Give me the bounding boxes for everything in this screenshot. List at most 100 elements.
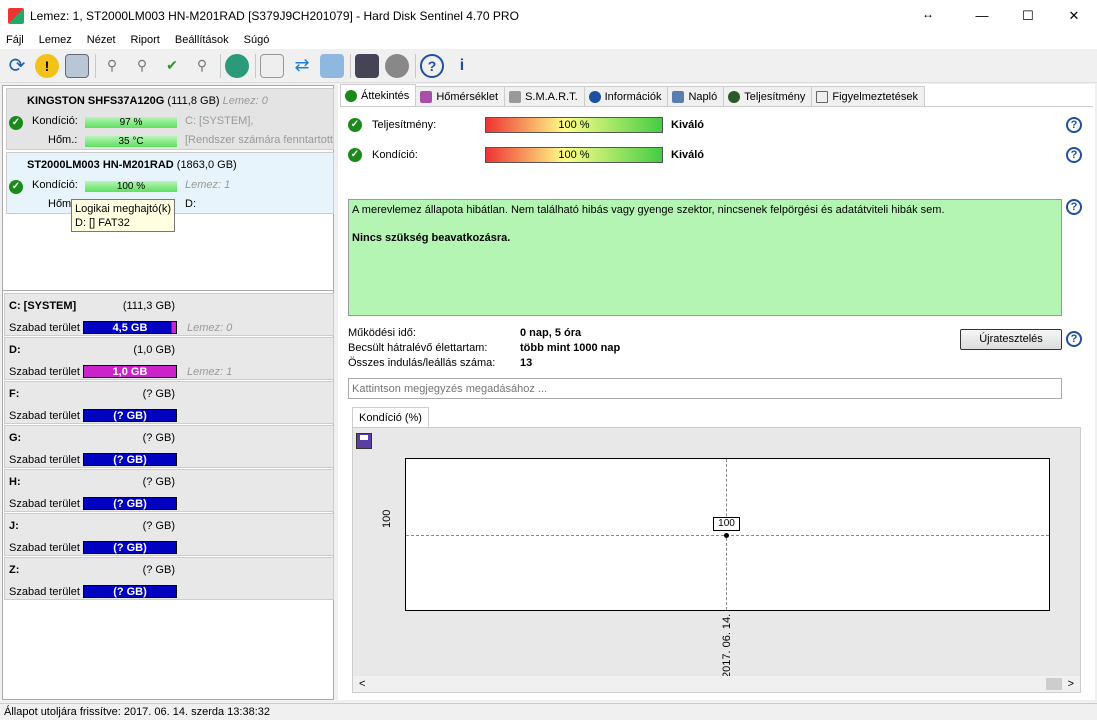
- retest-button[interactable]: Újratesztelés: [960, 329, 1062, 350]
- volume-item[interactable]: Z: (? GB) Szabad terület (? GB): [4, 557, 334, 600]
- plot-area: 100: [405, 458, 1050, 611]
- free-space-bar: (? GB): [83, 497, 177, 510]
- minimize-button[interactable]: —: [959, 0, 1005, 31]
- temperature-label: Hőm: [48, 198, 72, 210]
- toolbar-separator: [350, 53, 351, 78]
- volume-letter: F:: [9, 388, 20, 400]
- network-icon[interactable]: [320, 53, 344, 78]
- remaining-life-value: több mint 1000 nap: [520, 342, 621, 354]
- help-icon[interactable]: ?: [1066, 147, 1082, 163]
- help-icon[interactable]: ?: [1066, 331, 1082, 347]
- info-icon[interactable]: i: [450, 54, 474, 78]
- tab-overview[interactable]: Áttekintés: [340, 84, 417, 106]
- condition-bar: 100 %: [485, 147, 663, 163]
- log-icon: [672, 90, 685, 103]
- help-icon[interactable]: ?: [1066, 117, 1082, 133]
- monitor-icon[interactable]: [355, 53, 379, 78]
- free-space-bar: 4,5 GB: [83, 321, 177, 334]
- condition-label: Kondíció:: [32, 115, 78, 127]
- performance-bar: 100 %: [485, 117, 663, 133]
- disk-check-icon[interactable]: ✔: [160, 54, 184, 78]
- disk-volumes: D:: [185, 198, 196, 210]
- volume-item[interactable]: H: (? GB) Szabad terület (? GB): [4, 469, 334, 512]
- uptime-label: Működési idő:: [348, 327, 416, 339]
- toolbar: ⟳ ! ⚲ ⚲ ✔ ⚲ ⇄ ? i: [0, 49, 1097, 83]
- tab-bar: Áttekintés Hőmérséklet S.M.A.R.T. Inform…: [340, 84, 925, 106]
- free-space-label: Szabad terület: [9, 498, 80, 510]
- app-icon: [8, 7, 24, 24]
- performance-row: ✓ Teljesítmény:: [348, 118, 436, 132]
- data-point: [724, 533, 729, 538]
- volume-item[interactable]: C: [SYSTEM] (111,3 GB) Szabad terület 4,…: [4, 293, 334, 336]
- speaker-icon[interactable]: [385, 53, 409, 78]
- free-space-label: Szabad terület: [9, 586, 80, 598]
- window-title: Lemez: 1, ST2000LM003 HN-M201RAD [S379J9…: [30, 8, 519, 23]
- menu-file[interactable]: Fájl: [6, 31, 24, 49]
- tab-alerts[interactable]: Figyelmeztetések: [811, 86, 925, 106]
- scroll-left-icon[interactable]: <: [359, 678, 365, 690]
- tooltip: Logikai meghajtó(k) D: [] FAT32: [71, 199, 175, 232]
- alert-icon[interactable]: !: [35, 53, 59, 78]
- close-button[interactable]: ✕: [1051, 0, 1097, 31]
- disk-surface-icon[interactable]: ⚲: [130, 54, 154, 78]
- remaining-life-label: Becsült hátralévő élettartam:: [348, 342, 488, 354]
- disk-test-icon[interactable]: ⚲: [100, 54, 124, 78]
- volume-size: (? GB): [142, 432, 175, 444]
- disk-size: (1863,0 GB): [176, 159, 237, 171]
- volume-letter: Z:: [9, 564, 20, 576]
- performance-rating: Kiváló: [671, 119, 705, 131]
- tab-label: Áttekintés: [361, 89, 410, 102]
- volume-letter: J:: [9, 520, 19, 532]
- chart-tab-condition[interactable]: Kondíció (%): [352, 407, 429, 428]
- pulse-icon: [509, 90, 522, 103]
- save-icon[interactable]: [356, 433, 372, 449]
- refresh-icon[interactable]: ⟳: [5, 54, 29, 78]
- condition-row: ✓ Kondíció:: [348, 148, 418, 162]
- menu-bar: Fájl Lemez Nézet Riport Beállítások Súgó: [0, 31, 1097, 49]
- volume-letter: H:: [9, 476, 21, 488]
- volume-disk-index: Lemez: 1: [187, 366, 233, 378]
- disk-tool-icon[interactable]: ⚲: [190, 54, 214, 78]
- tab-log[interactable]: Napló: [667, 86, 725, 106]
- volume-item[interactable]: F: (? GB) Szabad terület (? GB): [4, 381, 334, 424]
- menu-settings[interactable]: Beállítások: [175, 31, 229, 49]
- toolbar-separator: [95, 53, 96, 78]
- tab-smart[interactable]: S.M.A.R.T.: [504, 86, 585, 106]
- tab-performance[interactable]: Teljesítmény: [723, 86, 813, 106]
- disk-volumes: C: [SYSTEM],: [185, 115, 254, 127]
- tab-information[interactable]: Információk: [583, 86, 669, 106]
- free-space-label: Szabad terület: [9, 542, 80, 554]
- ok-check-icon: ✓: [9, 116, 23, 130]
- free-space-bar: (? GB): [83, 541, 177, 554]
- gauge-icon: [728, 90, 741, 103]
- menu-disk[interactable]: Lemez: [39, 31, 72, 49]
- disk-icon[interactable]: [65, 53, 89, 78]
- horizontal-scrollbar[interactable]: < >: [353, 676, 1080, 692]
- disk-size: (111,8 GB): [167, 95, 220, 107]
- scroll-right-icon[interactable]: >: [1068, 678, 1074, 690]
- disk-card-kingston[interactable]: KINGSTON SHFS37A120G (111,8 GB) Lemez: 0…: [6, 88, 334, 150]
- volume-item[interactable]: D: (1,0 GB) Szabad terület 1,0 GB Lemez:…: [4, 337, 334, 380]
- tab-temperature[interactable]: Hőmérséklet: [415, 86, 506, 106]
- volume-item[interactable]: G: (? GB) Szabad terület (? GB): [4, 425, 334, 468]
- ok-check-icon: [345, 89, 357, 102]
- free-space-bar: 1,0 GB: [83, 365, 177, 378]
- document-icon[interactable]: [260, 53, 284, 78]
- status-recommendation: Nincs szükség beavatkozásra.: [352, 232, 511, 244]
- menu-help[interactable]: Súgó: [244, 31, 270, 49]
- help-icon[interactable]: ?: [1066, 199, 1082, 215]
- volume-item[interactable]: J: (? GB) Szabad terület (? GB): [4, 513, 334, 556]
- help-icon[interactable]: ?: [420, 53, 444, 78]
- volume-letter: C: [SYSTEM]: [9, 300, 77, 312]
- scroll-thumb[interactable]: [1046, 678, 1062, 690]
- status-bar: Állapot utoljára frissítve: 2017. 06. 14…: [0, 703, 1097, 720]
- menu-report[interactable]: Riport: [131, 31, 160, 49]
- sync-icon[interactable]: ⇄: [290, 54, 314, 78]
- condition-rating: Kiváló: [671, 149, 705, 161]
- ok-check-icon: ✓: [348, 148, 362, 162]
- note-input[interactable]: [348, 378, 1062, 399]
- volume-size: (? GB): [142, 476, 175, 488]
- globe-icon[interactable]: [225, 53, 249, 78]
- menu-view[interactable]: Nézet: [87, 31, 116, 49]
- maximize-button[interactable]: ☐: [1005, 0, 1051, 31]
